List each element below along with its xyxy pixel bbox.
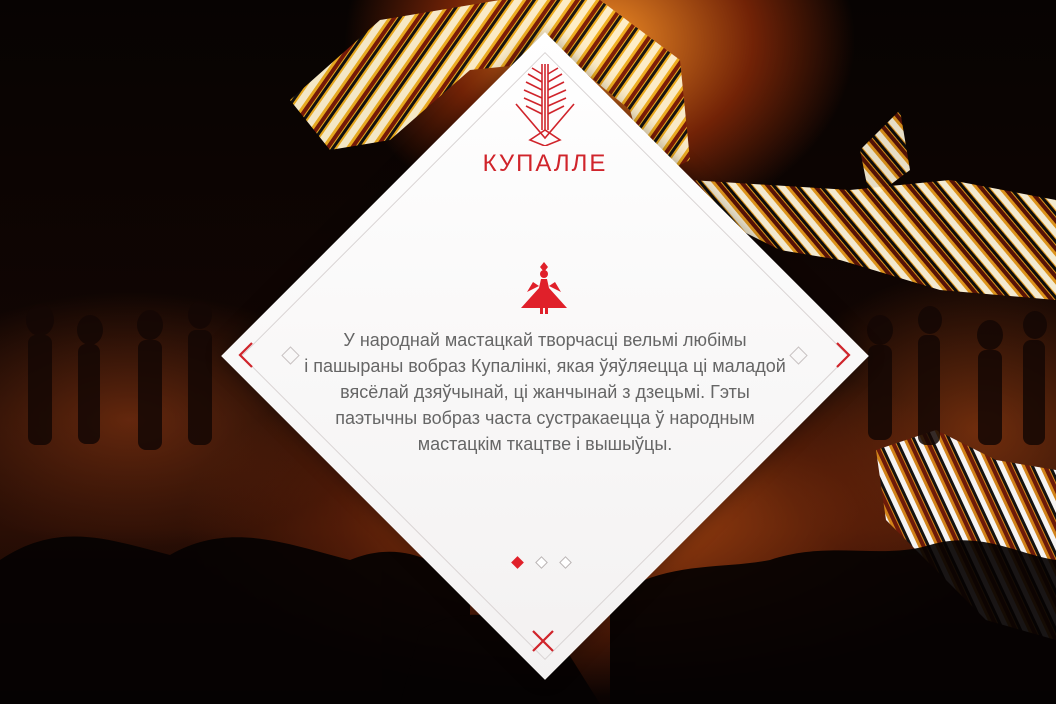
close-icon[interactable] (530, 628, 556, 654)
chevron-left-icon[interactable] (236, 341, 256, 369)
background-photo-bonfire-dance: КУПАЛЛЕ У народнай мастацкай творчасці в… (0, 0, 1056, 704)
chevron-right-icon[interactable] (833, 341, 853, 369)
